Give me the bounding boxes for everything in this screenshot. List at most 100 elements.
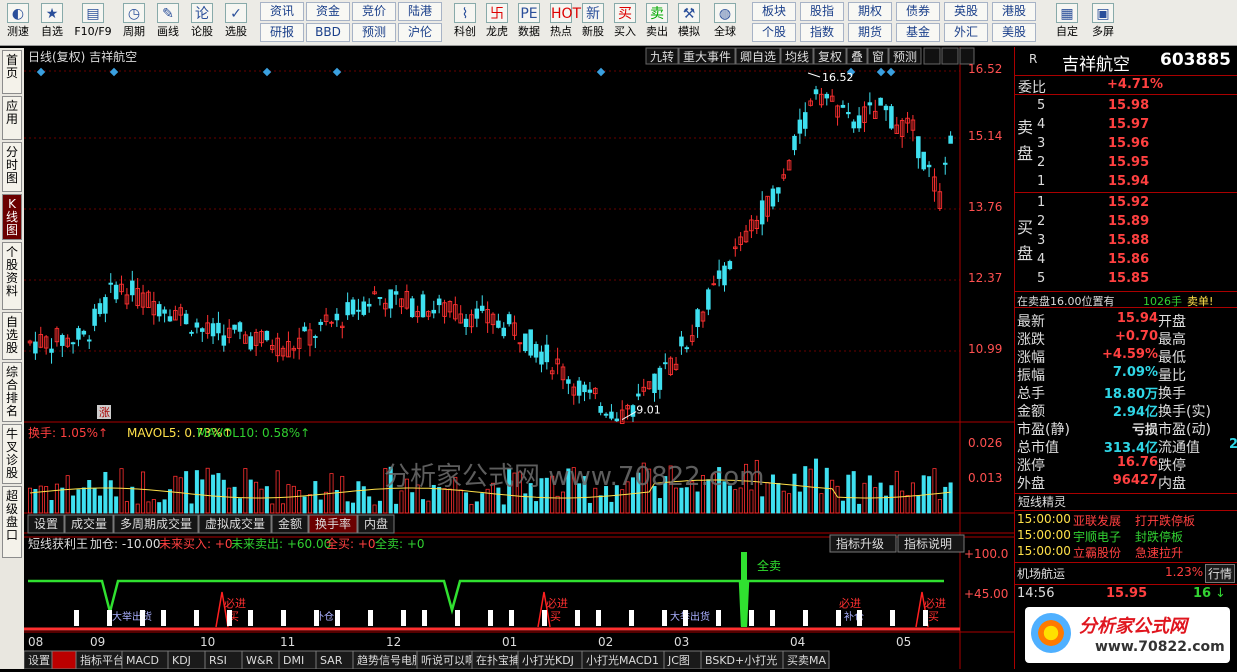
- arrow-down-icon: ↓: [1215, 586, 1226, 601]
- r-flag: R: [1029, 52, 1038, 66]
- ind-legend-a: 加仓: -10.00: [90, 537, 161, 551]
- lun-icon: 论: [191, 3, 213, 23]
- grid2-btn-top-3[interactable]: 债券: [896, 2, 940, 21]
- left-tab-0[interactable]: 首页: [2, 50, 22, 94]
- event-diamond-icon[interactable]: [886, 67, 896, 77]
- volume-bar: [97, 495, 102, 514]
- ask-price: 15.98: [1108, 98, 1150, 113]
- toolbar-star-button[interactable]: ★ 自选: [36, 2, 68, 44]
- left-tab-5[interactable]: 自选股: [2, 312, 22, 360]
- left-tab-1[interactable]: 应用: [2, 96, 22, 140]
- toolbar-custom-button[interactable]: ▦ 自定: [1050, 2, 1084, 44]
- volume-bar: [205, 467, 210, 514]
- toolbar-lun-button[interactable]: 论论股: [186, 2, 218, 44]
- toolbar-speed-button[interactable]: ◐ 测速: [2, 2, 34, 44]
- toolbar-sci-button[interactable]: ⌇ 科创: [450, 2, 480, 44]
- toolbar-pe-button[interactable]: PE 数据: [514, 2, 544, 44]
- bid-row[interactable]: 5 15.85: [1015, 270, 1237, 288]
- toolbar-f10-button[interactable]: ▤ F10/F9: [70, 2, 116, 44]
- bottom-tab-label: JC图: [667, 654, 690, 667]
- month-tick: 01: [502, 635, 517, 649]
- grid2-btn-bottom-3[interactable]: 基金: [896, 23, 940, 42]
- bid-level: 2: [1037, 214, 1046, 229]
- quote-row: 总手 18.80万 换手: [1015, 383, 1237, 402]
- grid2-btn-top-1[interactable]: 股指: [800, 2, 844, 21]
- left-tab-2[interactable]: 分时图: [2, 142, 22, 192]
- ask-row[interactable]: 5 15.98: [1015, 97, 1237, 115]
- grid2-btn-bottom-0[interactable]: 个股: [752, 23, 796, 42]
- event-diamond-icon[interactable]: [332, 67, 342, 77]
- ask-row[interactable]: 3 15.96: [1015, 135, 1237, 153]
- event-diamond-icon[interactable]: [876, 67, 886, 77]
- toolbar-new-button[interactable]: 新新股: [578, 2, 608, 44]
- ask-row[interactable]: 2 15.95: [1015, 154, 1237, 172]
- candle-body: [603, 413, 609, 416]
- grid2-btn-top-4[interactable]: 英股: [944, 2, 988, 21]
- event-diamond-icon[interactable]: [109, 67, 119, 77]
- toolbar-hot-button[interactable]: HOT 热点: [546, 2, 581, 44]
- grid2-btn-top-2[interactable]: 期权: [848, 2, 892, 21]
- grid-btn-bottom-1[interactable]: BBD: [306, 23, 350, 42]
- arrow-right-icon[interactable]: [941, 47, 959, 65]
- price-axis-label: 16.52: [968, 62, 1002, 76]
- candle-body: [533, 344, 539, 358]
- grid2-btn-top-5[interactable]: 港股: [992, 2, 1036, 21]
- toolbar-dragon-button[interactable]: 卐龙虎: [482, 2, 512, 44]
- bid-row[interactable]: 4 15.86: [1015, 251, 1237, 269]
- event-diamond-icon[interactable]: [262, 67, 272, 77]
- bid-row[interactable]: 3 15.88: [1015, 232, 1237, 250]
- grid-btn-bottom-2[interactable]: 预测: [352, 23, 396, 42]
- sector-row[interactable]: 机场航运 1.23% 行情: [1015, 562, 1237, 583]
- bid-row[interactable]: 2 15.89: [1015, 213, 1237, 231]
- quote-row: 振幅 7.09% 量比: [1015, 365, 1237, 384]
- grid2-btn-bottom-2[interactable]: 期货: [848, 23, 892, 42]
- kline-chart-svg[interactable]: 日线(复权) 吉祥航空 九转 重大事件 卿自选 均线 复权叠窗预测 16.52 15.14 13…: [23, 47, 1014, 670]
- signal-tick: [368, 610, 373, 626]
- grid-btn-bottom-3[interactable]: 沪伦: [398, 23, 442, 42]
- left-tab-7[interactable]: 牛叉诊股: [2, 424, 22, 484]
- volume-bar: [76, 489, 81, 514]
- toolbar-check-button[interactable]: ✓ 选股: [220, 2, 252, 44]
- grid-btn-top-1[interactable]: 资金: [306, 2, 350, 21]
- sell-spike: [741, 552, 747, 627]
- left-tab-3[interactable]: K线图: [2, 194, 22, 240]
- candle-body: [878, 97, 883, 106]
- candle-body: [70, 342, 76, 345]
- ask-level: 5: [1037, 98, 1046, 113]
- kline-chart-area[interactable]: 日线(复权) 吉祥航空 九转 重大事件 卿自选 均线 复权叠窗预测 16.52 15.14 13…: [23, 47, 1014, 670]
- grid2-btn-top-0[interactable]: 板块: [752, 2, 796, 21]
- grid2-btn-bottom-1[interactable]: 指数: [800, 23, 844, 42]
- toolbar-multi-button[interactable]: ▣ 多屏: [1086, 2, 1120, 44]
- toolbar-clock-button[interactable]: ◷ 周期: [118, 2, 150, 44]
- bid-row[interactable]: 1 15.92: [1015, 194, 1237, 212]
- genie-row[interactable]: 15:00:00 立霸股份 急速拉升: [1015, 544, 1237, 562]
- ask-row[interactable]: 4 15.97: [1015, 116, 1237, 134]
- toolbar-pencil-button[interactable]: ✎ 画线: [152, 2, 184, 44]
- ask-row[interactable]: 1 15.94: [1015, 173, 1237, 191]
- toolbar-sell-button[interactable]: 卖卖出: [642, 2, 672, 44]
- grid-btn-top-2[interactable]: 竞价: [352, 2, 396, 21]
- toolbar-hammer-button[interactable]: ⚒ 模拟: [674, 2, 704, 44]
- left-tab-4[interactable]: 个股资料: [2, 242, 22, 310]
- left-tab-6[interactable]: 综合排名: [2, 362, 22, 422]
- toolbar-buy-button[interactable]: 买买入: [610, 2, 640, 44]
- lock-icon[interactable]: [923, 47, 941, 65]
- candle-body: [587, 389, 593, 393]
- volume-bar: [243, 468, 248, 514]
- sector-button[interactable]: 行情: [1205, 564, 1236, 583]
- toolbar-globe-button[interactable]: ◍ 全球: [706, 2, 744, 44]
- grid-btn-top-3[interactable]: 陆港: [398, 2, 442, 21]
- left-tab-8[interactable]: 超级盘口: [2, 486, 22, 558]
- grid2-btn-bottom-4[interactable]: 外汇: [944, 23, 988, 42]
- candle-body: [189, 331, 194, 334]
- grid-btn-bottom-0[interactable]: 研报: [260, 23, 304, 42]
- event-diamond-icon[interactable]: [596, 67, 606, 77]
- event-diamond-icon[interactable]: [36, 67, 46, 77]
- bottom-tab-1[interactable]: [51, 650, 77, 670]
- volume-bar: [442, 488, 447, 514]
- grid-btn-top-0[interactable]: 资讯: [260, 2, 304, 21]
- candle-body: [221, 335, 227, 346]
- volume-bar: [340, 475, 345, 514]
- grid2-btn-bottom-5[interactable]: 美股: [992, 23, 1036, 42]
- stock-title-row: R 吉祥航空 603885: [1015, 49, 1237, 75]
